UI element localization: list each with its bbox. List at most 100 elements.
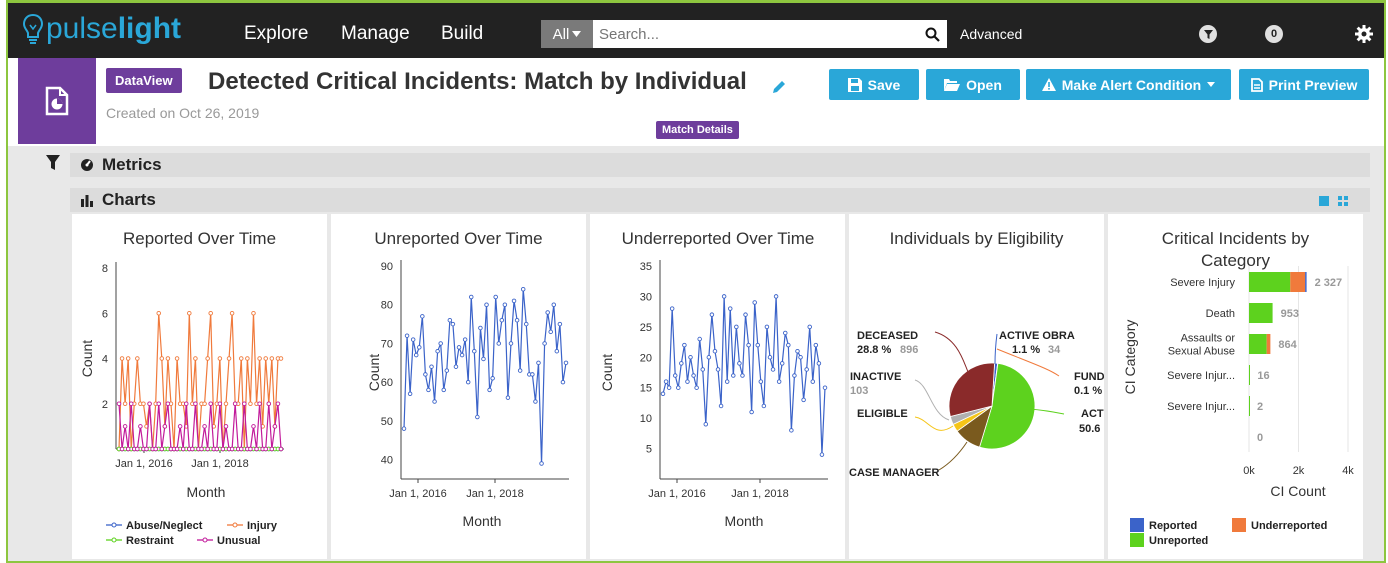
slice-count: 896 bbox=[900, 344, 918, 356]
legend-swatch-marker bbox=[202, 537, 208, 543]
y-axis-title: Count bbox=[79, 340, 95, 377]
bar-underreported bbox=[1266, 334, 1271, 354]
data-point bbox=[205, 446, 210, 452]
data-point bbox=[779, 361, 785, 366]
metrics-label: Metrics bbox=[102, 155, 162, 174]
data-point bbox=[743, 312, 748, 317]
data-point bbox=[712, 348, 718, 354]
save-button[interactable]: Save bbox=[829, 69, 919, 100]
chart-panel-eligibility: Individuals by Eligibility DECEASED 28.8 … bbox=[849, 214, 1108, 559]
slice-pct: 50.6 bbox=[1079, 423, 1100, 435]
slice-label: INACTIVE bbox=[850, 371, 901, 383]
data-point bbox=[524, 321, 529, 327]
data-point bbox=[697, 336, 702, 342]
data-point bbox=[447, 317, 453, 323]
single-view-toggle[interactable] bbox=[1319, 196, 1329, 206]
funnel-icon[interactable] bbox=[46, 155, 60, 171]
legend-swatch-marker bbox=[111, 522, 117, 528]
open-button[interactable]: Open bbox=[926, 69, 1020, 100]
y-tick-label: 6 bbox=[102, 308, 108, 320]
category-label: Severe Injury bbox=[1170, 277, 1235, 289]
data-point bbox=[147, 401, 152, 406]
data-point bbox=[202, 401, 207, 406]
x-tick-label: Jan 1, 2018 bbox=[466, 488, 524, 500]
y-tick-label: 60 bbox=[381, 377, 393, 389]
data-point bbox=[822, 385, 828, 390]
data-point bbox=[462, 337, 468, 342]
chart-panel-reported: Reported Over Time 8 6 4 2 Jan 1, 2016 Jan 1,… bbox=[72, 214, 327, 559]
search-input[interactable] bbox=[593, 20, 917, 48]
unreported-over-time-chart[interactable]: 90 80 70 60 50 40 Jan 1, 2016 Jan 1, 2018 Month C… bbox=[331, 214, 586, 559]
legend-swatch-marker bbox=[111, 537, 117, 543]
data-point bbox=[536, 360, 541, 366]
leader-line bbox=[938, 441, 968, 471]
data-point bbox=[165, 401, 171, 406]
x-tick-label: 4k bbox=[1342, 465, 1354, 477]
data-point bbox=[481, 356, 486, 362]
data-point bbox=[663, 379, 669, 384]
bar-underreported bbox=[1290, 272, 1306, 292]
gear-icon[interactable] bbox=[1354, 24, 1374, 44]
bar-reported bbox=[1305, 272, 1307, 292]
floppy-disk-icon bbox=[847, 77, 862, 92]
data-point bbox=[266, 401, 272, 406]
data-point bbox=[734, 324, 739, 330]
search-icon[interactable] bbox=[917, 20, 947, 48]
data-point bbox=[190, 446, 195, 452]
data-point bbox=[429, 364, 434, 369]
data-point bbox=[272, 424, 278, 429]
data-point bbox=[251, 310, 256, 316]
search-scope-dropdown[interactable]: All bbox=[541, 20, 593, 48]
data-point bbox=[119, 356, 125, 361]
legend-swatch-marker bbox=[232, 522, 238, 528]
nav-manage[interactable]: Manage bbox=[341, 23, 410, 45]
nav-explore[interactable]: Explore bbox=[244, 23, 308, 45]
data-point bbox=[807, 324, 812, 330]
brand-name-part2: light bbox=[117, 12, 182, 45]
filter-badge[interactable] bbox=[1199, 25, 1217, 43]
make-alert-label: Make Alert Condition bbox=[1061, 76, 1202, 93]
data-point bbox=[724, 379, 730, 384]
print-preview-button[interactable]: Print Preview bbox=[1239, 69, 1369, 100]
data-point bbox=[770, 367, 776, 372]
nav-build[interactable]: Build bbox=[441, 23, 483, 45]
data-point bbox=[125, 356, 131, 361]
data-point bbox=[174, 356, 180, 361]
data-point bbox=[217, 401, 223, 406]
y-tick-label: 15 bbox=[640, 383, 652, 395]
category-label: Severe Injur... bbox=[1167, 401, 1235, 413]
data-point bbox=[174, 446, 180, 452]
metrics-section-header[interactable]: Metrics bbox=[70, 153, 1370, 177]
data-point bbox=[257, 401, 262, 406]
data-point bbox=[487, 387, 492, 393]
chart-title: Critical Incidents by Category bbox=[1161, 229, 1310, 270]
data-point bbox=[505, 395, 511, 400]
eligibility-pie-chart[interactable]: DECEASED 28.8 % 896 INACTIVE 103 ELIGIBLE CASE… bbox=[849, 214, 1108, 559]
match-details-tab[interactable]: Match Details bbox=[656, 121, 739, 139]
data-point bbox=[660, 391, 666, 397]
advanced-search-link[interactable]: Advanced bbox=[960, 26, 1022, 42]
chart-title: Underreported Over Time bbox=[621, 229, 815, 248]
brand-logo[interactable]: pulse light bbox=[22, 11, 181, 47]
data-point bbox=[404, 333, 410, 338]
bar-total-label: 864 bbox=[1278, 339, 1297, 351]
notification-badge[interactable]: 0 bbox=[1265, 25, 1283, 43]
underreported-over-time-chart[interactable]: 35 30 25 20 15 10 5 Jan 1, 2016 Jan 1, 2018 Month… bbox=[590, 214, 845, 559]
data-point bbox=[688, 355, 693, 360]
data-point bbox=[472, 348, 477, 354]
make-alert-condition-button[interactable]: Make Alert Condition bbox=[1026, 69, 1231, 100]
y-axis-title: Count bbox=[366, 354, 382, 391]
bar-chart-icon bbox=[81, 194, 93, 207]
slice-pct: 28.8 % bbox=[857, 344, 891, 356]
reported-over-time-chart[interactable]: 8 6 4 2 Jan 1, 2016 Jan 1, 2018 Month Count Abus… bbox=[72, 214, 327, 559]
data-point bbox=[450, 321, 456, 327]
y-tick-label: 35 bbox=[640, 261, 652, 273]
data-point bbox=[795, 348, 800, 354]
charts-section-header[interactable]: Charts bbox=[70, 188, 1370, 212]
data-point bbox=[444, 368, 450, 373]
pencil-icon[interactable] bbox=[772, 80, 786, 94]
slice-count: 103 bbox=[850, 385, 868, 397]
data-point bbox=[478, 325, 483, 331]
grid-view-toggle[interactable] bbox=[1338, 196, 1348, 206]
data-point bbox=[816, 361, 822, 366]
